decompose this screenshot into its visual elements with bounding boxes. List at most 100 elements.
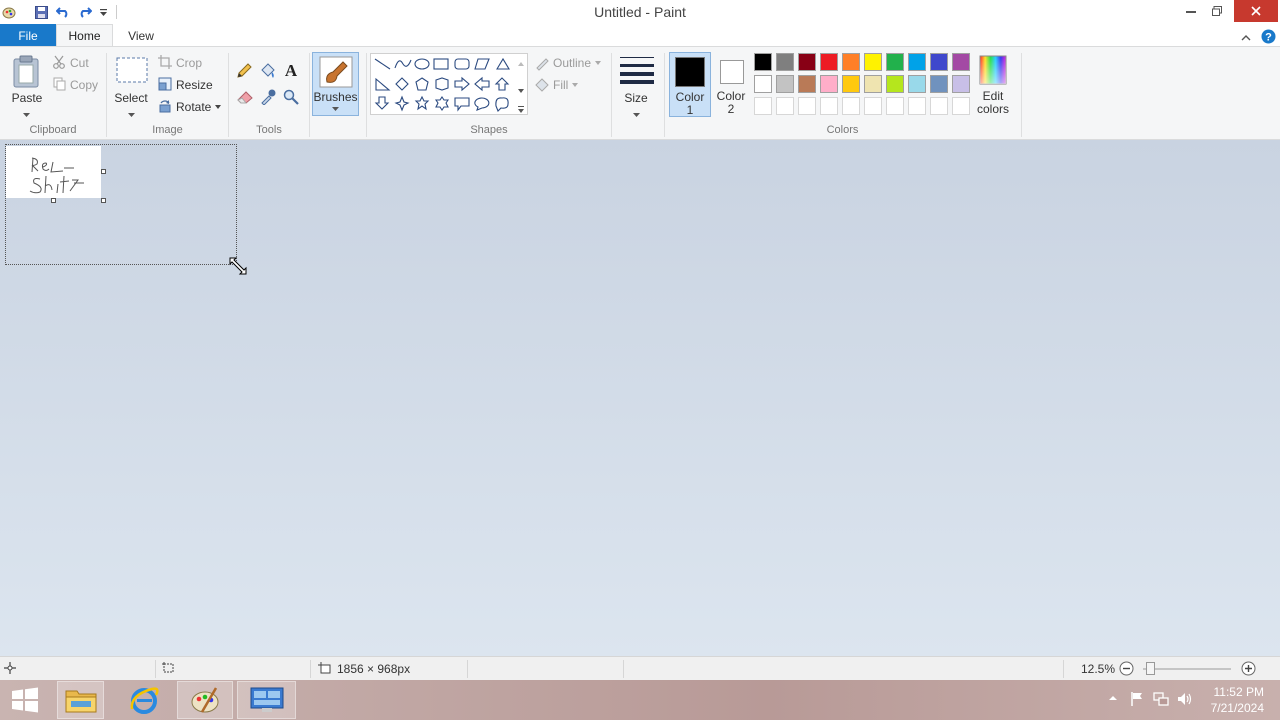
taskbar-paint[interactable]	[177, 681, 233, 719]
palette-swatch[interactable]	[820, 75, 838, 93]
canvas-size-text: 1856 × 968px	[337, 662, 411, 676]
palette-custom-slot[interactable]	[886, 97, 904, 115]
palette-swatch[interactable]	[886, 75, 904, 93]
select-icon[interactable]	[116, 57, 148, 86]
tools-group-label: Tools	[256, 124, 282, 136]
select-button[interactable]: Select	[110, 91, 152, 105]
canvas-size-icon	[318, 662, 331, 677]
palette-swatch[interactable]	[754, 75, 772, 93]
ribbon-tabs: File Home View ?	[0, 24, 1280, 47]
edit-colors-button[interactable]: Edit colors	[973, 52, 1013, 117]
close-button[interactable]	[1234, 0, 1278, 22]
palette-swatch[interactable]	[952, 75, 970, 93]
palette-swatch[interactable]	[952, 53, 970, 71]
palette-custom-slot[interactable]	[798, 97, 816, 115]
paste-button[interactable]: Paste	[6, 91, 48, 105]
crop-button[interactable]: Crop	[176, 56, 202, 70]
palette-swatch[interactable]	[930, 53, 948, 71]
palette-swatch[interactable]	[820, 53, 838, 71]
show-hidden-icons[interactable]	[1107, 691, 1119, 708]
taskbar-file-explorer[interactable]	[57, 681, 104, 719]
palette-swatch[interactable]	[864, 53, 882, 71]
selection-size-icon	[162, 662, 175, 677]
color2-label: Color 2	[716, 89, 746, 116]
crop-icon	[158, 55, 172, 72]
restore-button[interactable]	[1206, 0, 1228, 22]
tab-view[interactable]: View	[114, 24, 168, 47]
palette-swatch[interactable]	[776, 75, 794, 93]
canvas-workspace[interactable]	[0, 140, 1280, 656]
palette-swatch[interactable]	[908, 75, 926, 93]
palette-swatch[interactable]	[798, 75, 816, 93]
action-center-flag-icon[interactable]	[1130, 691, 1144, 710]
fill-bucket-icon[interactable]	[259, 62, 277, 83]
palette-custom-slot[interactable]	[754, 97, 772, 115]
taskbar-internet-explorer[interactable]	[120, 681, 167, 719]
rotate-icon	[158, 99, 172, 116]
palette-custom-slot[interactable]	[820, 97, 838, 115]
text-tool-icon[interactable]: A	[283, 61, 299, 81]
size-button[interactable]: Size	[615, 91, 657, 105]
palette-swatch[interactable]	[842, 53, 860, 71]
select-dropdown-icon[interactable]	[128, 106, 135, 120]
outline-button[interactable]: Outline	[553, 56, 602, 70]
svg-text:?: ?	[1265, 31, 1272, 43]
minimize-ribbon-icon[interactable]	[1240, 28, 1252, 46]
fill-button[interactable]: Fill	[553, 78, 579, 92]
tab-home[interactable]: Home	[56, 24, 113, 47]
palette-custom-slot[interactable]	[952, 97, 970, 115]
palette-custom-slot[interactable]	[842, 97, 860, 115]
palette-swatch[interactable]	[908, 53, 926, 71]
palette-swatch[interactable]	[930, 75, 948, 93]
palette-custom-slot[interactable]	[930, 97, 948, 115]
palette-swatch[interactable]	[864, 75, 882, 93]
brushes-button[interactable]: Brushes	[312, 52, 359, 116]
zoom-out-button[interactable]	[1119, 661, 1134, 679]
palette-swatch[interactable]	[842, 75, 860, 93]
color2-swatch	[720, 60, 744, 84]
palette-custom-slot[interactable]	[908, 97, 926, 115]
color1-label: Color 1	[675, 90, 705, 117]
palette-custom-slot[interactable]	[864, 97, 882, 115]
palette-swatch[interactable]	[754, 53, 772, 71]
minimize-button[interactable]	[1180, 0, 1202, 22]
eraser-icon[interactable]	[236, 90, 254, 107]
zoom-slider-track[interactable]	[1143, 668, 1231, 670]
brushes-label: Brushes	[313, 90, 358, 104]
palette-swatch[interactable]	[798, 53, 816, 71]
pencil-icon[interactable]	[236, 63, 252, 82]
network-icon[interactable]	[1153, 691, 1169, 710]
rotate-label: Rotate	[176, 100, 212, 114]
palette-custom-slot[interactable]	[776, 97, 794, 115]
color1-swatch	[675, 57, 705, 87]
color1-button[interactable]: Color 1	[669, 52, 711, 117]
copy-button[interactable]: Copy	[70, 78, 98, 92]
rotate-button[interactable]: Rotate	[176, 100, 222, 114]
outline-icon	[534, 55, 550, 74]
tab-file[interactable]: File	[0, 24, 56, 47]
zoom-slider-thumb[interactable]	[1146, 662, 1155, 675]
palette-swatch[interactable]	[886, 53, 904, 71]
resize-button[interactable]: Resize	[176, 78, 213, 92]
taskbar-remote-desktop[interactable]	[237, 681, 296, 719]
outline-label: Outline	[553, 56, 592, 70]
shapes-scroll[interactable]	[515, 54, 527, 115]
taskbar-clock[interactable]: 11:52 PM 7/21/2024	[1211, 684, 1264, 716]
paste-dropdown-icon[interactable]	[23, 106, 30, 120]
color2-button[interactable]: Color 2	[711, 52, 751, 117]
zoom-in-button[interactable]	[1241, 661, 1256, 679]
size-lines-icon[interactable]	[620, 56, 654, 87]
magnifier-icon[interactable]	[283, 89, 299, 108]
size-dropdown-icon[interactable]	[633, 106, 640, 120]
shapes-gallery[interactable]	[370, 53, 528, 115]
ribbon: Paste Cut Copy Clipboard Select Crop Res…	[0, 46, 1280, 140]
help-icon[interactable]: ?	[1261, 27, 1276, 45]
cut-button[interactable]: Cut	[70, 56, 89, 70]
start-button[interactable]	[4, 681, 46, 719]
volume-icon[interactable]	[1177, 691, 1193, 710]
color-picker-icon[interactable]	[260, 89, 276, 108]
paste-icon[interactable]	[12, 55, 42, 92]
resize-icon	[158, 77, 172, 94]
fill-icon	[534, 77, 550, 96]
palette-swatch[interactable]	[776, 53, 794, 71]
